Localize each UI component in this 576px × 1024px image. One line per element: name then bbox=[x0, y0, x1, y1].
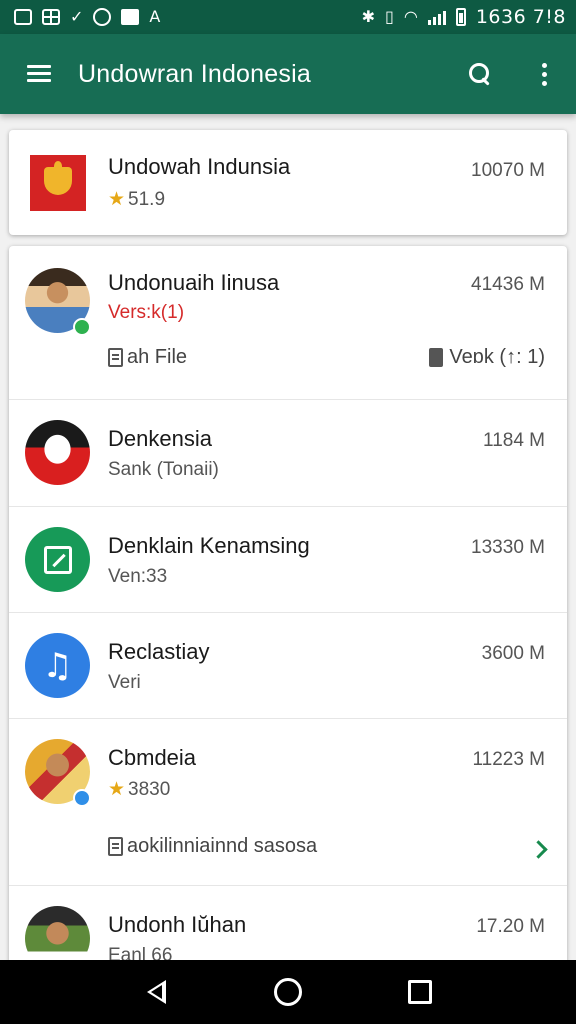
bluetooth-icon: ✱ bbox=[361, 7, 376, 26]
more-vert-icon bbox=[541, 62, 547, 86]
item-title: Undonuaih Iinusa bbox=[108, 270, 280, 295]
item-subtitle: Veri bbox=[108, 672, 141, 693]
item-subtitle: Vers:k(1) bbox=[108, 302, 185, 323]
item-title: Denklain Kenamsing bbox=[108, 533, 310, 558]
grid-icon bbox=[42, 9, 60, 25]
item-title: Undonh Iŭhan bbox=[108, 912, 247, 937]
recents-icon bbox=[408, 980, 432, 1004]
external-link-icon bbox=[43, 545, 72, 574]
featured-card[interactable]: Undowah Indunsia ★ 51.9 10070 M bbox=[9, 130, 567, 235]
item-title: Reclastiay bbox=[108, 639, 210, 664]
photo-icon bbox=[121, 9, 140, 25]
chat-badge-icon bbox=[73, 789, 91, 807]
app-bar: Undowran Indonesia bbox=[0, 34, 576, 114]
list-item[interactable]: Undonuaih Iinusa Vers:k(1) 41436 M ah Fi… bbox=[9, 246, 567, 400]
navigation-bar bbox=[0, 960, 576, 1024]
text-icon: A bbox=[149, 7, 161, 26]
check-icon: ✓ bbox=[70, 7, 84, 26]
list-item[interactable]: Denkensia Sank (Tonaii) 1184 M bbox=[9, 400, 567, 507]
item-size: 1184 M bbox=[483, 430, 545, 451]
item-rating: ★ 3830 bbox=[108, 779, 171, 800]
home-icon bbox=[274, 978, 302, 1006]
home-button[interactable] bbox=[264, 968, 312, 1016]
item-subtitle: Ven:33 bbox=[108, 566, 168, 587]
featured-rating: ★ 51.9 bbox=[108, 189, 166, 210]
document-icon bbox=[108, 837, 123, 856]
avatar: ♫ bbox=[25, 633, 90, 698]
signal-icon bbox=[427, 9, 446, 25]
vibrate-icon: ▯ bbox=[385, 7, 394, 26]
battery-icon bbox=[455, 8, 466, 26]
star-icon: ★ bbox=[108, 189, 126, 210]
file-link[interactable]: aokilinniainnd sasosa bbox=[108, 835, 317, 858]
item-size: 17.20 M bbox=[476, 916, 545, 937]
list-item[interactable]: Denklain Kenamsing Ven:33 13330 M bbox=[9, 507, 567, 613]
recents-button[interactable] bbox=[396, 968, 444, 1016]
item-size: 41436 M bbox=[471, 274, 545, 295]
item-subtitle: Sank (Tonaii) bbox=[108, 459, 219, 480]
app-title: Undowran Indonesia bbox=[78, 59, 311, 88]
avatar bbox=[25, 527, 90, 592]
wifi-icon: ◠ bbox=[403, 7, 418, 26]
version-link[interactable]: Veɒk (↑: 1) bbox=[429, 346, 545, 369]
search-icon bbox=[468, 62, 492, 86]
item-title: Cbmdeia bbox=[108, 745, 197, 770]
hamburger-icon bbox=[27, 65, 51, 83]
item-size: 3600 M bbox=[481, 643, 545, 664]
item-title: Denkensia bbox=[108, 426, 212, 451]
circle-icon bbox=[93, 8, 112, 26]
file-link[interactable]: ah File bbox=[108, 346, 187, 369]
square-icon bbox=[14, 9, 32, 25]
document-icon bbox=[108, 348, 123, 367]
download-list: Undonuaih Iinusa Vers:k(1) 41436 M ah Fi… bbox=[9, 246, 567, 966]
featured-size: 10070 M bbox=[471, 160, 545, 181]
status-bar: ✓ A ✱ ▯ ◠ 1636 7!8 bbox=[0, 0, 576, 34]
verified-badge-icon bbox=[73, 318, 91, 336]
clipboard-icon bbox=[429, 348, 444, 367]
list-item[interactable]: Cbmdeia ★ 3830 11223 M aokilinniainnd sas… bbox=[9, 719, 567, 886]
list-item[interactable]: Undonh Iŭhan Eanl 66 17.20 M bbox=[9, 886, 567, 966]
star-icon: ★ bbox=[108, 779, 126, 800]
search-button[interactable] bbox=[448, 34, 512, 114]
clock: 1636 7!8 bbox=[475, 6, 566, 28]
avatar bbox=[25, 420, 90, 485]
music-note-icon: ♫ bbox=[42, 645, 73, 686]
list-item[interactable]: ♫ Reclastiay Veri 3600 M bbox=[9, 613, 567, 719]
item-size: 11223 M bbox=[472, 749, 545, 770]
avatar bbox=[25, 906, 90, 966]
garuda-logo-icon bbox=[30, 155, 86, 211]
item-size: 13330 M bbox=[471, 537, 545, 558]
overflow-menu-button[interactable] bbox=[512, 34, 576, 114]
menu-button[interactable] bbox=[0, 34, 78, 114]
featured-title: Undowah Indunsia bbox=[108, 154, 291, 179]
back-button[interactable] bbox=[132, 968, 180, 1016]
back-icon bbox=[146, 980, 166, 1004]
chevron-right-icon[interactable] bbox=[529, 840, 548, 859]
